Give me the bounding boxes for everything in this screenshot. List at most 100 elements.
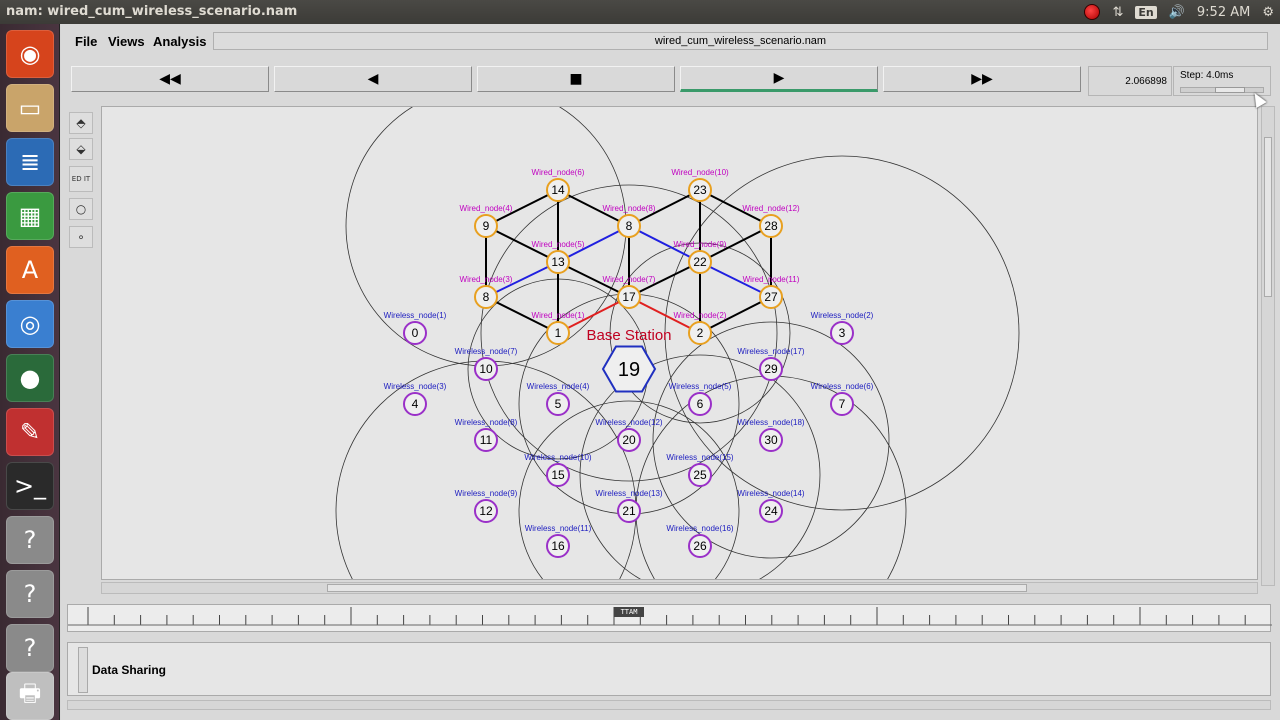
files-icon[interactable]: ▭ (6, 84, 54, 132)
launcher: ◉ ▭ ≣ ▦ A ◎ ● ✎ >_ ? ? ? 🖶 (0, 24, 60, 720)
canvas-vertical-scrollbar[interactable] (1261, 106, 1275, 586)
wireless-node-label: Wireless_node(11) (525, 524, 592, 533)
network-icon[interactable]: ⇅ (1112, 5, 1123, 20)
wireless-node-label: Wireless_node(3) (384, 382, 447, 391)
wired-node-id: 1 (555, 326, 562, 340)
menu-views[interactable]: Views (108, 34, 145, 49)
wireless-node-id: 15 (551, 468, 565, 482)
wireless-node-id: 20 (622, 433, 636, 447)
wired-node-label: Wired_node(11) (743, 275, 800, 284)
wireless-node-id: 7 (839, 397, 846, 411)
tool-column: ⬘ ⬙ ED IT ○ ∘ (67, 108, 95, 588)
step-back-button[interactable]: ◀ (274, 66, 472, 92)
writer-icon[interactable]: ≣ (6, 138, 54, 186)
wireless-node-label: Wireless_node(1) (384, 311, 447, 320)
transport-controls: ◀◀ ◀ ■ ▶ ▶▶ 2.066898 Step: 4.0ms (61, 60, 1280, 100)
clock[interactable]: 9:52 AM (1197, 5, 1250, 20)
volume-icon[interactable]: 🔊 (1169, 5, 1185, 20)
wireless-node-id: 21 (622, 504, 636, 518)
unknown-app-icon[interactable]: ? (6, 570, 54, 618)
wired-node-id: 17 (622, 290, 636, 304)
software-center-icon[interactable]: A (6, 246, 54, 294)
chromium-icon[interactable]: ◎ (6, 300, 54, 348)
edit-button[interactable]: ED IT (69, 166, 93, 192)
step-slider[interactable] (1180, 87, 1264, 93)
annotation-text: Data Sharing (92, 663, 167, 677)
wired-node-label: Wired_node(2) (674, 311, 727, 320)
zoom-out-icon[interactable]: ⬙ (69, 138, 93, 160)
wireless-node-label: Wireless_node(15) (666, 453, 733, 462)
wireless-node-label: Wireless_node(10) (524, 453, 591, 462)
wired-node-id: 8 (626, 219, 633, 233)
wired-node-id: 2 (697, 326, 704, 340)
wireless-node-label: Wireless_node(17) (737, 347, 804, 356)
range-circle (335, 360, 637, 579)
settings-icon[interactable]: ✎ (6, 408, 54, 456)
unknown-app-icon[interactable]: ? (6, 516, 54, 564)
hscroll-thumb[interactable] (327, 584, 1027, 592)
wireless-node-id: 16 (551, 539, 565, 553)
wired-node-id: 8 (483, 290, 490, 304)
canvas-horizontal-scrollbar[interactable] (101, 582, 1258, 594)
wireless-node-label: Wireless_node(8) (455, 418, 518, 427)
wired-node-label: Wired_node(8) (603, 204, 656, 213)
fast-forward-button[interactable]: ▶▶ (883, 66, 1081, 92)
timeline[interactable]: TTAM (67, 604, 1272, 632)
wired-node-id: 9 (483, 219, 490, 233)
play-button[interactable]: ▶ (680, 66, 878, 92)
wireless-node-id: 25 (693, 468, 707, 482)
base-station-id: 19 (618, 359, 640, 381)
timeline-marker[interactable]: TTAM (614, 607, 644, 617)
keyboard-language[interactable]: En (1135, 5, 1157, 19)
power-icon[interactable]: ⚙ (1262, 5, 1274, 20)
wired-node-id: 28 (764, 219, 778, 233)
wireless-node-label: Wireless_node(5) (669, 382, 732, 391)
record-icon[interactable] (1084, 4, 1101, 20)
wireless-node-label: Wireless_node(2) (811, 311, 874, 320)
calc-icon[interactable]: ▦ (6, 192, 54, 240)
wireless-node-id: 29 (764, 362, 778, 376)
annotation-vertical-scrollbar[interactable] (78, 647, 88, 693)
wired-node-label: Wired_node(6) (532, 168, 585, 177)
wired-node-id: 22 (693, 255, 707, 269)
wired-node-label: Wired_node(5) (532, 240, 585, 249)
base-station-label: Base Station (586, 327, 671, 344)
wired-node-id: 14 (551, 183, 565, 197)
menu-file[interactable]: File (75, 34, 97, 49)
unknown-app-icon[interactable]: ? (6, 624, 54, 672)
stop-button[interactable]: ■ (477, 66, 675, 92)
menubar: File Views Analysis wired_cum_wireless_s… (61, 24, 1280, 58)
wireless-node-id: 30 (764, 433, 778, 447)
wireless-node-id: 10 (479, 362, 493, 376)
dash-home-icon[interactable]: ◉ (6, 30, 54, 78)
trash-icon[interactable]: 🖶 (6, 672, 54, 720)
wired-node-id: 27 (764, 290, 778, 304)
window-title: nam: wired_cum_wireless_scenario.nam (6, 4, 298, 19)
zoom-in-icon[interactable]: ⬘ (69, 112, 93, 134)
nam-icon[interactable]: ● (6, 354, 54, 402)
circle-tool-icon[interactable]: ○ (69, 198, 93, 220)
step-slider-thumb[interactable] (1215, 87, 1245, 93)
nam-window: File Views Analysis wired_cum_wireless_s… (61, 24, 1280, 720)
network-topology[interactable]: 14Wired_node(6)23Wired_node(10)9Wired_no… (102, 107, 1258, 580)
wireless-node-label: Wireless_node(7) (455, 347, 518, 356)
file-title: wired_cum_wireless_scenario.nam (213, 32, 1268, 50)
wireless-node-id: 0 (412, 326, 419, 340)
annotation-panel: Data Sharing (67, 642, 1271, 696)
wireless-node-id: 24 (764, 504, 778, 518)
wired-node-id: 23 (693, 183, 707, 197)
terminal-icon[interactable]: >_ (6, 462, 54, 510)
small-circle-tool-icon[interactable]: ∘ (69, 226, 93, 248)
wired-node-label: Wired_node(4) (460, 204, 513, 213)
vscroll-thumb[interactable] (1264, 137, 1272, 297)
rewind-button[interactable]: ◀◀ (71, 66, 269, 92)
wired-node-label: Wired_node(7) (603, 275, 656, 284)
network-canvas[interactable]: 14 Wired_node(6) 23 Wired_node(10) 9 Wired_no… (101, 106, 1258, 580)
time-readout: 2.066898 (1088, 66, 1172, 96)
annotation-horizontal-scrollbar[interactable] (67, 700, 1271, 710)
timeline-ticks (68, 607, 1272, 626)
wired-node-label: Wired_node(1) (532, 311, 585, 320)
wireless-node-id: 6 (697, 397, 704, 411)
menu-analysis[interactable]: Analysis (153, 34, 206, 49)
wireless-node-id: 12 (479, 504, 493, 518)
